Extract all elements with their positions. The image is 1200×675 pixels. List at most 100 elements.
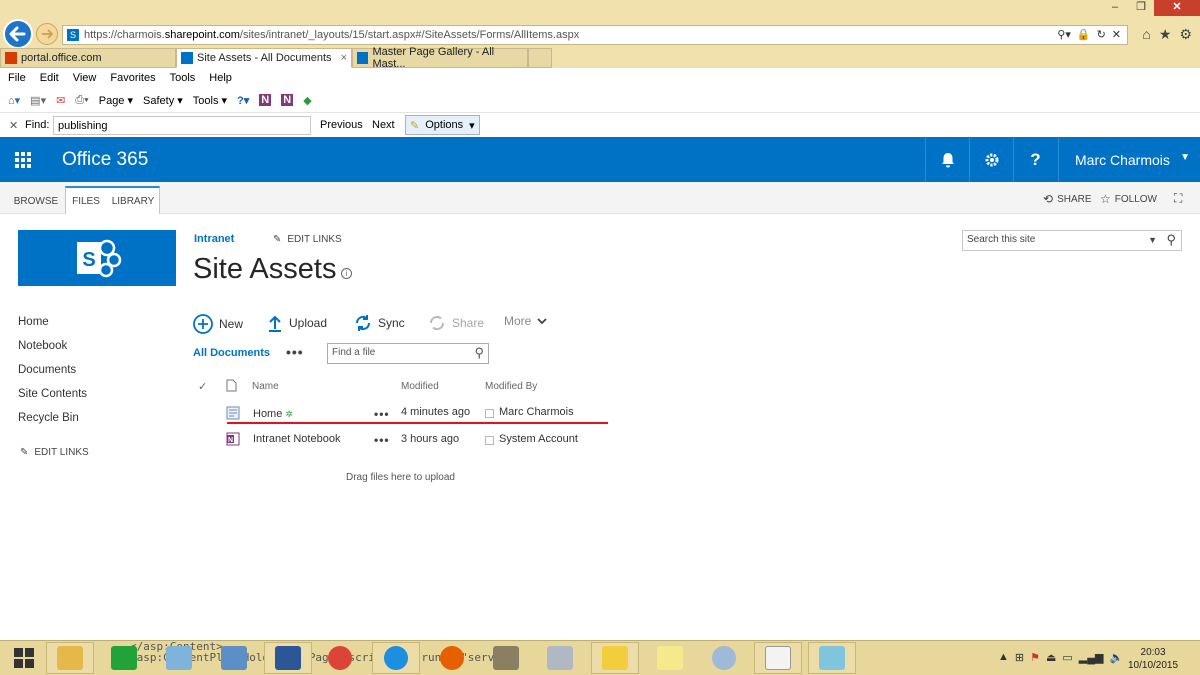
close-window-button[interactable]: ✕ [1154, 0, 1200, 16]
taskbar-firefox[interactable] [428, 642, 476, 674]
site-logo[interactable]: S [18, 230, 176, 286]
tray-signal-icon[interactable]: ▂▄▆ [1079, 651, 1104, 664]
print-icon[interactable]: ⎙▾ [75, 94, 88, 107]
file-name-home[interactable]: Home ✲ [253, 408, 293, 420]
column-header-name[interactable]: Name [252, 381, 279, 392]
item-menu-ellipsis[interactable]: ••• [374, 433, 390, 447]
file-name-intranet-notebook[interactable]: Intranet Notebook [253, 433, 340, 445]
tab-close-icon[interactable]: × [341, 52, 347, 64]
taskbar-sticky-notes[interactable] [646, 642, 694, 674]
menu-edit[interactable]: Edit [40, 72, 59, 84]
feeds-icon[interactable]: ▤▾ [30, 94, 46, 107]
stop-icon[interactable]: ✕ [1112, 28, 1121, 41]
ql-recycle-bin[interactable]: Recycle Bin [18, 411, 87, 435]
page-menu[interactable]: Page ▾ [99, 94, 133, 107]
follow-button[interactable]: ☆ FOLLOW [1100, 192, 1157, 206]
menu-view[interactable]: View [73, 72, 97, 84]
mail-icon[interactable]: ✉ [56, 94, 65, 107]
taskbar-store[interactable] [100, 642, 148, 674]
tools-menu[interactable]: Tools ▾ [193, 94, 227, 107]
minimize-button[interactable]: – [1102, 0, 1128, 16]
find-close-icon[interactable]: ✕ [9, 119, 18, 132]
tray-usb-icon[interactable]: ⏏ [1046, 651, 1056, 664]
sync-button[interactable]: Sync [354, 314, 405, 332]
refresh-icon[interactable]: ↻ [1097, 28, 1106, 41]
taskbar-notepad[interactable] [754, 642, 802, 674]
share-button-disabled[interactable]: Share [428, 314, 484, 332]
ql-home[interactable]: Home [18, 315, 87, 339]
taskbar-file-explorer[interactable] [46, 642, 94, 674]
edit-links-top[interactable]: ✎ EDIT LINKS [273, 234, 342, 245]
column-header-modified-by[interactable]: Modified By [485, 381, 537, 392]
site-breadcrumb[interactable]: Intranet [194, 233, 234, 245]
help-icon[interactable]: ?▾ [237, 94, 249, 107]
taskbar-app-4[interactable] [808, 642, 856, 674]
clock[interactable]: 20:03 10/10/2015 [1128, 646, 1178, 672]
share-button[interactable]: ⟲ SHARE [1043, 192, 1092, 206]
tab-library[interactable]: LIBRARY [110, 188, 156, 214]
taskbar-app-3[interactable] [591, 642, 639, 674]
help-button[interactable]: ? [1013, 137, 1057, 182]
ql-documents[interactable]: Documents [18, 363, 87, 387]
item-menu-ellipsis[interactable]: ••• [374, 407, 390, 421]
back-button[interactable] [3, 19, 33, 49]
column-header-modified[interactable]: Modified [401, 381, 439, 392]
suite-brand[interactable]: Office 365 [62, 149, 148, 171]
upload-button[interactable]: Upload [267, 314, 327, 332]
search-icon[interactable]: ⚲ [1166, 232, 1176, 248]
tab-master-page-gallery[interactable]: Master Page Gallery - All Mast... [352, 46, 528, 70]
find-next-button[interactable]: Next [372, 119, 395, 131]
tray-windows-icon[interactable]: ⊞ [1015, 651, 1024, 664]
menu-file[interactable]: File [8, 72, 26, 84]
taskbar-app-1[interactable] [155, 642, 203, 674]
view-all-documents[interactable]: All Documents [193, 347, 270, 359]
find-file-input[interactable]: Find a file ⚲ [327, 343, 489, 364]
search-icon[interactable]: ⚲ [474, 345, 484, 361]
info-icon[interactable]: i [341, 268, 352, 279]
notifications-button[interactable] [925, 137, 969, 182]
taskbar-word[interactable] [264, 642, 312, 674]
menu-help[interactable]: Help [209, 72, 232, 84]
menu-favorites[interactable]: Favorites [110, 72, 155, 84]
new-tab-button[interactable] [528, 48, 552, 68]
taskbar-app-2[interactable] [210, 642, 258, 674]
addon-diamond-icon[interactable]: ◆ [303, 94, 311, 107]
tray-flag-icon[interactable]: ⚑ [1030, 651, 1040, 664]
onenote-send-icon[interactable]: N [281, 94, 294, 106]
tray-battery-icon[interactable]: ▭ [1062, 651, 1072, 664]
user-menu[interactable]: Marc Charmois ▼ [1058, 137, 1200, 182]
taskbar-paint[interactable] [700, 642, 748, 674]
find-input[interactable] [53, 116, 311, 135]
modified-by-value[interactable]: Marc Charmois [499, 406, 574, 418]
taskbar-calculator[interactable] [536, 642, 584, 674]
tab-browse[interactable]: BROWSE [12, 188, 60, 214]
favorites-star-icon[interactable]: ★ [1159, 26, 1172, 43]
home-icon[interactable]: ⌂▾ [8, 94, 20, 107]
address-bar[interactable]: S https://charmois. sharepoint.com/sites/… [62, 25, 1128, 45]
menu-tools[interactable]: Tools [170, 72, 196, 84]
ql-notebook[interactable]: Notebook [18, 339, 87, 363]
lock-icon[interactable]: 🔒 [1077, 28, 1091, 41]
taskbar-gimp[interactable] [482, 642, 530, 674]
view-more-ellipsis[interactable]: ••• [286, 344, 304, 360]
ql-site-contents[interactable]: Site Contents [18, 387, 87, 411]
taskbar-internet-explorer[interactable] [372, 642, 420, 674]
forward-button[interactable] [36, 23, 58, 45]
tray-volume-icon[interactable]: 🔈 [1110, 651, 1124, 664]
tab-files[interactable]: FILES [70, 188, 102, 214]
search-icon[interactable]: ⚲▾ [1057, 28, 1071, 41]
restore-button[interactable]: ❐ [1128, 0, 1154, 16]
tab-site-assets[interactable]: Site Assets - All Documents × [176, 48, 352, 68]
modified-by-value[interactable]: System Account [499, 433, 578, 445]
find-options-button[interactable]: ✎ Options ▾ [405, 115, 480, 135]
home-icon[interactable]: ⌂ [1142, 26, 1150, 43]
focus-content-button[interactable]: ⛶ [1174, 191, 1182, 206]
start-button[interactable] [0, 642, 48, 674]
safety-menu[interactable]: Safety ▾ [143, 94, 183, 107]
site-search-input[interactable]: Search this site ▼ ⚲ [962, 230, 1182, 251]
select-all-checkmark-icon[interactable]: ✓ [198, 380, 207, 393]
chevron-down-icon[interactable]: ▼ [1148, 235, 1157, 245]
edit-links-quicklaunch[interactable]: ✎ EDIT LINKS [20, 447, 89, 458]
tray-expand-icon[interactable]: ▲ [998, 651, 1009, 664]
find-previous-button[interactable]: Previous [320, 119, 363, 131]
